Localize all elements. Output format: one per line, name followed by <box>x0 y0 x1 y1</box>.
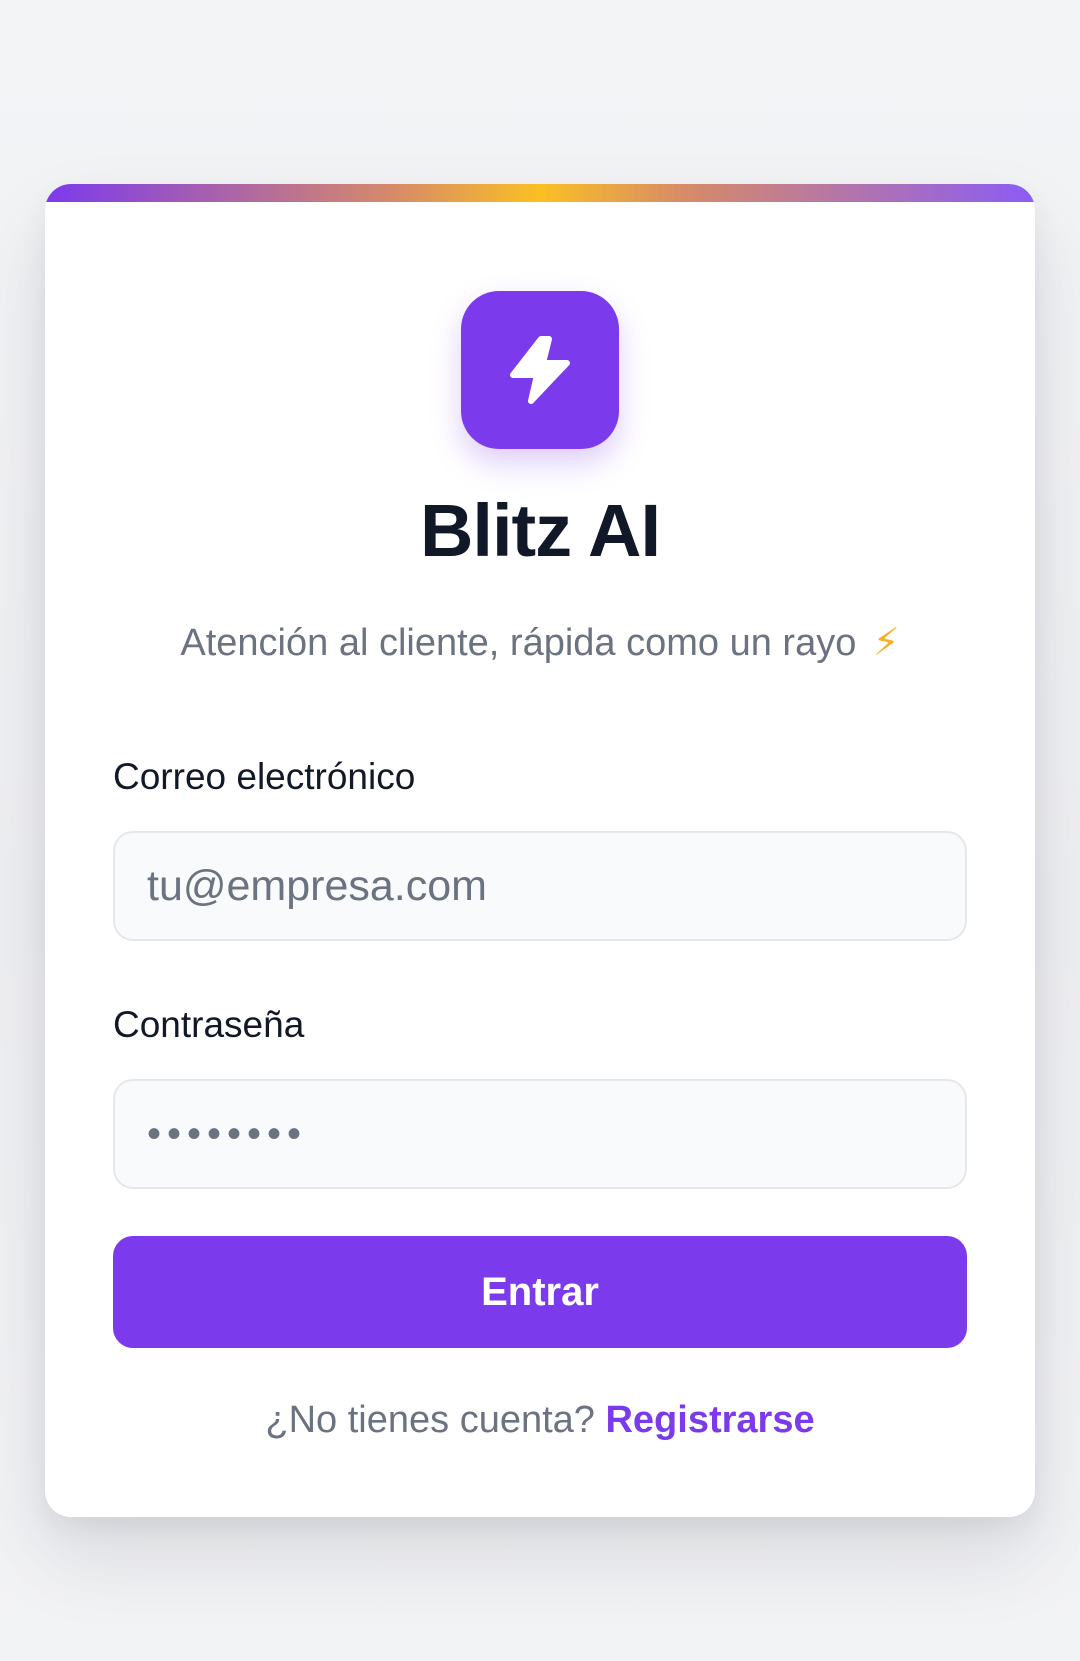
lightning-bolt-icon <box>510 336 570 404</box>
email-field[interactable] <box>113 831 967 941</box>
tagline-text: Atención al cliente, rápida como un rayo <box>180 622 857 664</box>
register-prompt-text: ¿No tienes cuenta? <box>265 1399 595 1441</box>
login-card: Blitz AI Atención al cliente, rápida com… <box>45 184 1035 1517</box>
password-field[interactable] <box>113 1079 967 1189</box>
card-accent-bar <box>45 184 1035 202</box>
register-link[interactable]: Registrarse <box>605 1399 814 1441</box>
app-title: Blitz AI <box>419 489 661 572</box>
register-prompt: ¿No tienes cuenta? Registrarse <box>45 1401 1035 1439</box>
lightning-emoji-icon: ⚡ <box>872 622 900 664</box>
login-button[interactable]: Entrar <box>113 1236 967 1348</box>
app-tagline: Atención al cliente, rápida como un rayo… <box>45 624 1035 662</box>
app-logo <box>461 291 619 449</box>
password-label: Contraseña <box>113 1004 305 1045</box>
email-label: Correo electrónico <box>113 756 416 797</box>
